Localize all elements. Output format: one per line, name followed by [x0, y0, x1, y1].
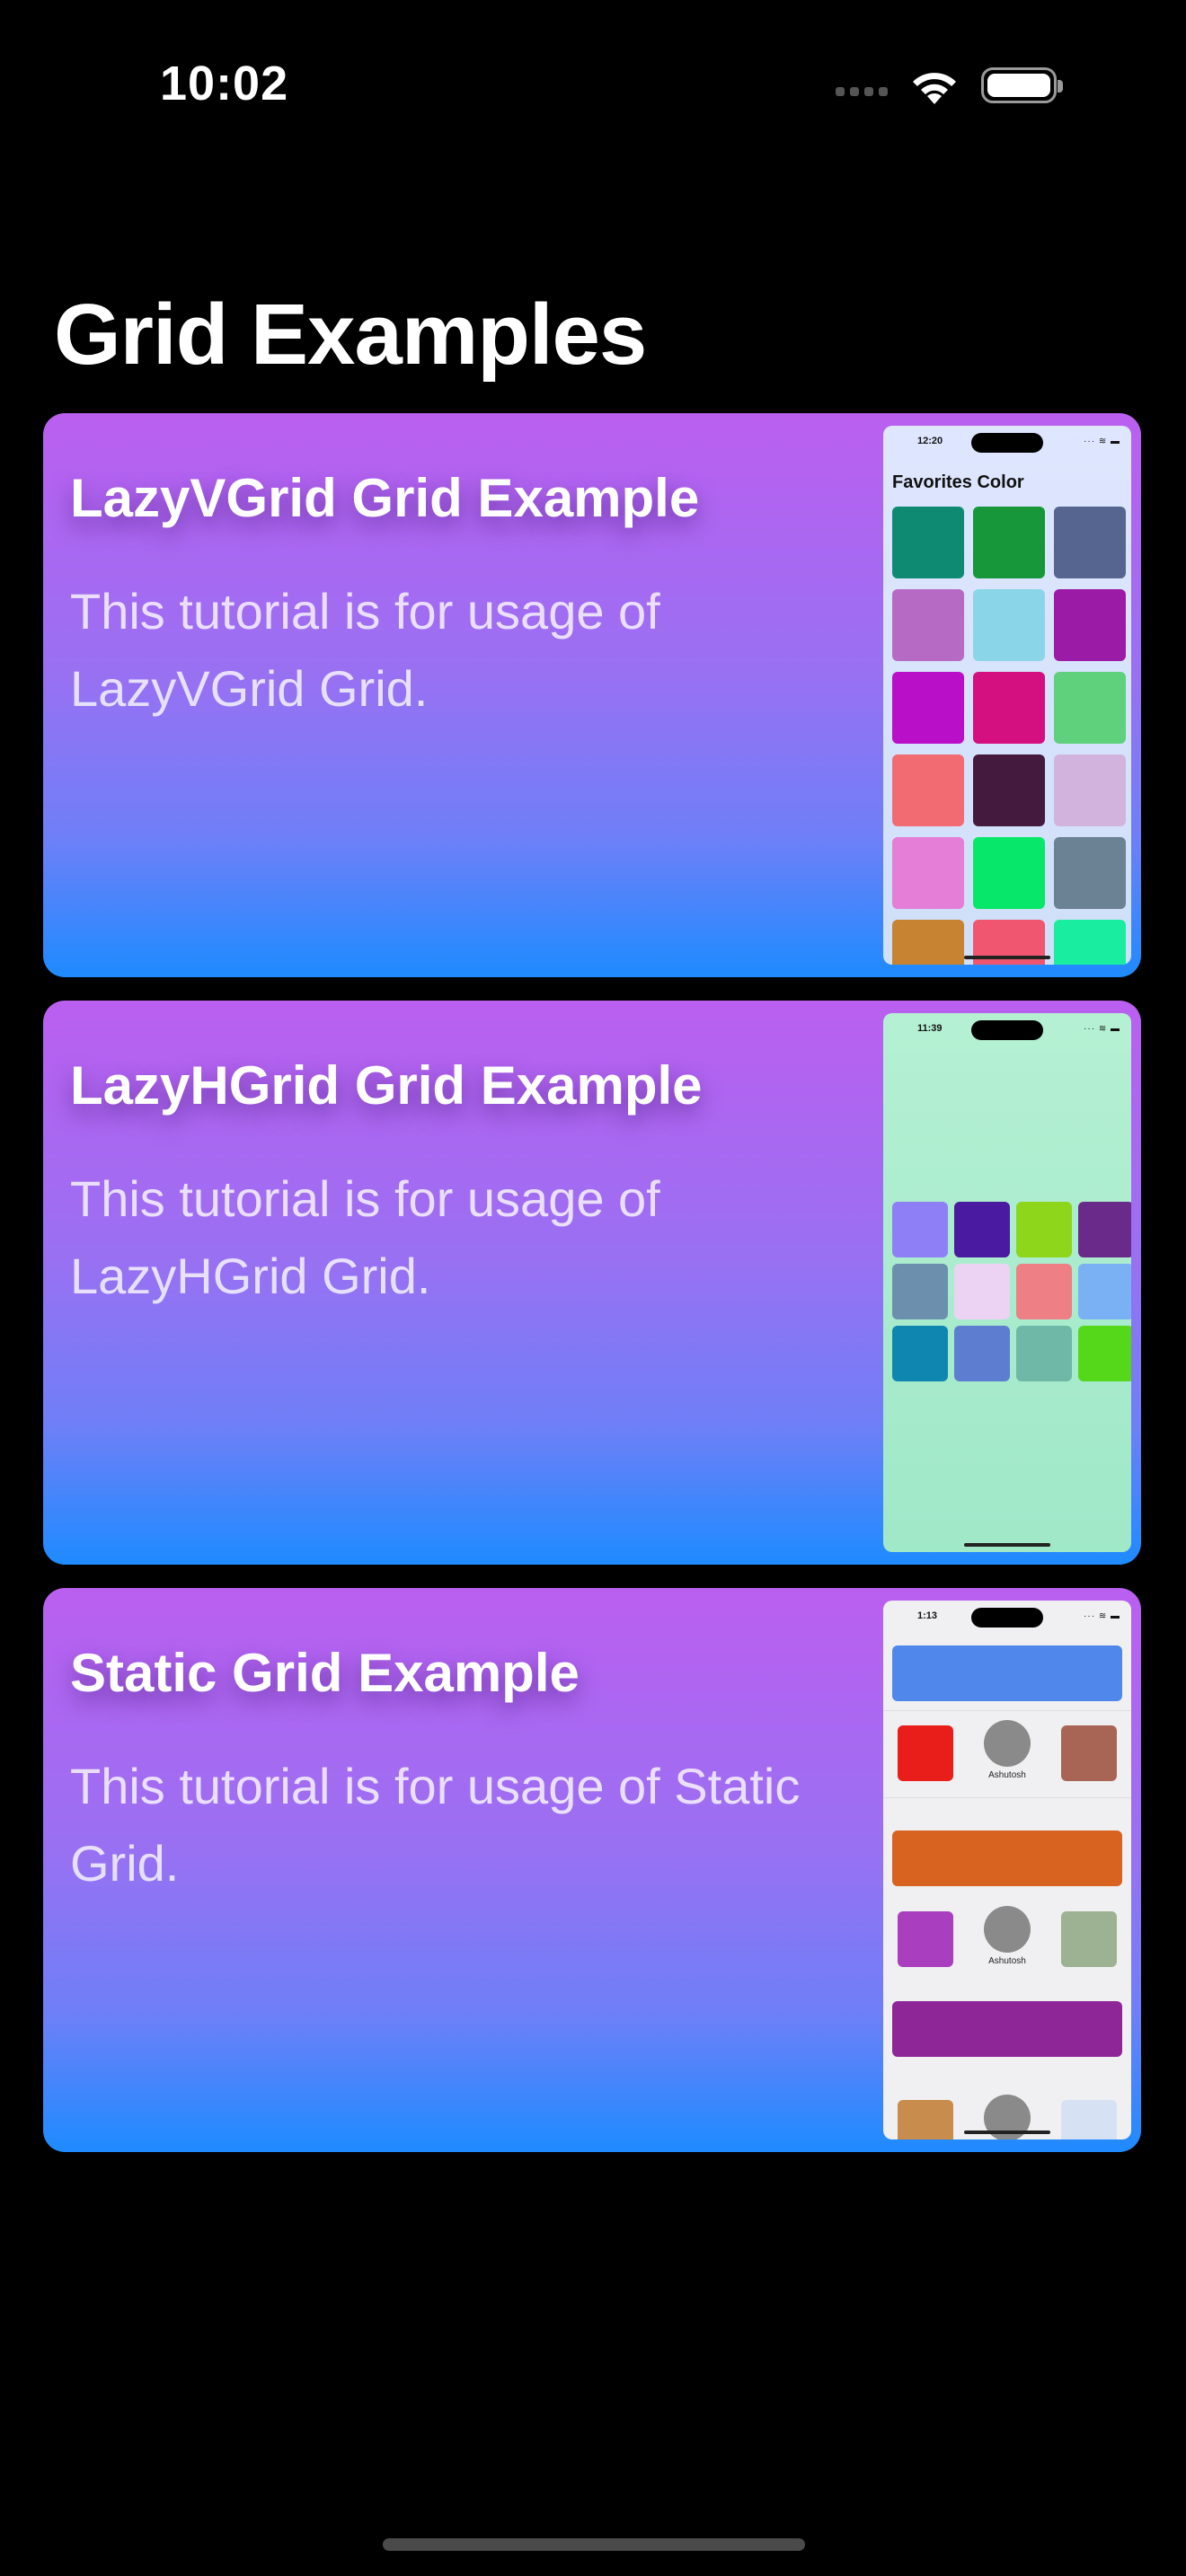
- color-swatch: [892, 837, 964, 909]
- color-swatch: [892, 1264, 948, 1319]
- color-square: [1061, 1911, 1117, 1967]
- card-lazyhgrid-example[interactable]: LazyHGrid Grid Example This tutorial is …: [43, 1001, 1141, 1565]
- color-swatch: [892, 754, 964, 826]
- color-swatch: [973, 507, 1045, 578]
- card-description: This tutorial is for usage of LazyVGrid …: [70, 583, 660, 717]
- preview-status-bar: 12:20 ··· ≋ ▬: [883, 426, 1131, 458]
- avatar-name: Ashutosh: [988, 1956, 1026, 1966]
- card-lazyvgrid-example[interactable]: LazyVGrid Grid Example This tutorial is …: [43, 413, 1141, 977]
- color-swatch: [1054, 837, 1126, 909]
- color-swatch: [954, 1202, 1010, 1257]
- card-title: Static Grid Example: [70, 1643, 580, 1703]
- color-swatch: [1078, 1264, 1131, 1319]
- card-description: This tutorial is for usage of Static Gri…: [70, 1758, 801, 1892]
- color-swatch: [892, 507, 964, 578]
- color-swatch: [1054, 754, 1126, 826]
- color-swatch: [892, 920, 964, 965]
- grid-row: Ashutosh: [883, 1710, 1131, 1798]
- color-square: [898, 1725, 953, 1781]
- color-swatch: [973, 837, 1045, 909]
- preview-home-indicator: [964, 956, 1050, 959]
- color-square: [1061, 1725, 1117, 1781]
- color-square: [898, 2100, 953, 2139]
- avatar: [984, 1906, 1031, 1953]
- card-title: LazyVGrid Grid Example: [70, 468, 700, 528]
- color-square: [1061, 2100, 1117, 2139]
- color-bar: [892, 2001, 1122, 2057]
- dynamic-island: [971, 1608, 1043, 1628]
- color-swatch: [954, 1264, 1010, 1319]
- wifi-icon: [913, 73, 956, 104]
- color-swatch: [1054, 589, 1126, 661]
- preview-status-icons: ··· ≋ ▬: [1084, 1611, 1120, 1621]
- color-grid: [892, 507, 1131, 965]
- color-swatch: [1078, 1326, 1131, 1381]
- preview-screenshot-lazyvgrid: 12:20 ··· ≋ ▬ Favorites Color: [883, 426, 1131, 965]
- color-swatch: [892, 1202, 948, 1257]
- avatar: [984, 1720, 1031, 1767]
- color-swatch: [1078, 1202, 1131, 1257]
- dynamic-island: [971, 433, 1043, 453]
- color-grid: [892, 1202, 1131, 1381]
- page-title: Grid Examples: [54, 287, 647, 383]
- preview-time: 11:39: [917, 1023, 943, 1034]
- preview-screenshot-static-grid: 1:13 ··· ≋ ▬ Ashutosh Ashutosh: [883, 1601, 1131, 2139]
- card-title: LazyHGrid Grid Example: [70, 1055, 703, 1116]
- color-swatch: [973, 589, 1045, 661]
- card-static-grid-example[interactable]: Static Grid Example This tutorial is for…: [43, 1588, 1141, 2152]
- preview-status-bar: 1:13 ··· ≋ ▬: [883, 1601, 1131, 1633]
- status-icons: [836, 63, 1063, 108]
- preview-home-indicator: [964, 1543, 1050, 1547]
- preview-screenshot-lazyhgrid: 11:39 ··· ≋ ▬: [883, 1013, 1131, 1552]
- status-time: 10:02: [160, 57, 289, 110]
- color-swatch: [892, 589, 964, 661]
- card-description: This tutorial is for usage of LazyHGrid …: [70, 1170, 660, 1304]
- color-swatch: [954, 1326, 1010, 1381]
- avatar-name: Ashutosh: [988, 1770, 1026, 1780]
- grid-row: Ashutosh: [883, 1897, 1131, 1983]
- preview-status-icons: ··· ≋ ▬: [1084, 437, 1120, 446]
- preview-home-indicator: [964, 2130, 1050, 2134]
- color-swatch: [1054, 672, 1126, 744]
- color-swatch: [1016, 1326, 1072, 1381]
- cellular-signal-icon: [836, 87, 888, 96]
- color-swatch: [1054, 507, 1126, 578]
- color-bar: [892, 1831, 1122, 1886]
- color-swatch: [973, 754, 1045, 826]
- preview-heading: Favorites Color: [892, 472, 1024, 492]
- home-indicator: [383, 2538, 805, 2551]
- preview-status-bar: 11:39 ··· ≋ ▬: [883, 1013, 1131, 1045]
- color-square: [898, 1911, 953, 1967]
- color-swatch: [1054, 920, 1126, 965]
- color-bar: [892, 1645, 1122, 1701]
- color-swatch: [1016, 1202, 1072, 1257]
- preview-time: 12:20: [917, 436, 943, 446]
- color-swatch: [892, 1326, 948, 1381]
- color-swatch: [892, 672, 964, 744]
- preview-time: 1:13: [917, 1610, 938, 1621]
- color-swatch: [973, 672, 1045, 744]
- color-swatch: [1016, 1264, 1072, 1319]
- preview-status-icons: ··· ≋ ▬: [1084, 1024, 1120, 1034]
- dynamic-island: [971, 1020, 1043, 1040]
- battery-icon: [981, 67, 1063, 103]
